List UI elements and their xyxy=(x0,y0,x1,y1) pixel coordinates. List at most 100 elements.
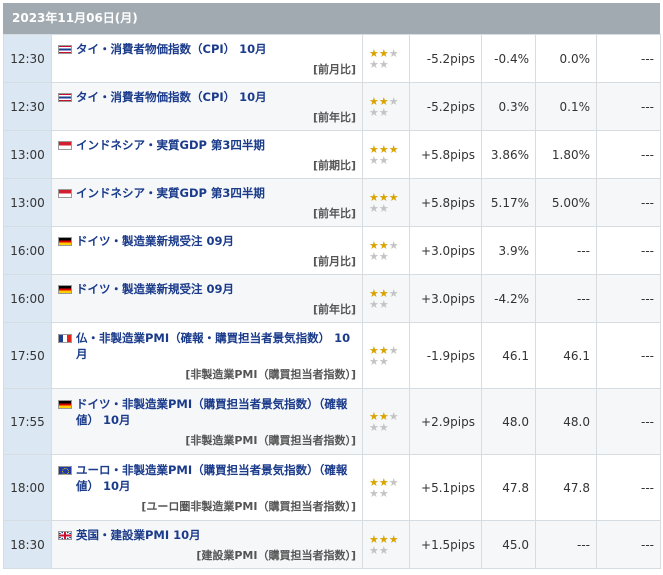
forecast-value: 0.1% xyxy=(535,82,597,131)
event-title-text[interactable]: 仏・非製造業PMI（確報・購買担当者景気指数） 10月 xyxy=(76,330,356,362)
importance-rating: ★★★ ★★ xyxy=(362,82,410,131)
event-title-text[interactable]: ドイツ・製造業新規受注 09月 xyxy=(76,233,234,249)
event-subtitle: [建設業PMI（購買担当者指数）] xyxy=(196,548,356,562)
france-flag-icon xyxy=(58,333,72,343)
previous-value: --- xyxy=(596,388,661,455)
indonesia-flag-icon xyxy=(58,140,72,150)
event-title-text[interactable]: ユーロ・非製造業PMI（購買担当者景気指数）（確報値） 10月 xyxy=(76,462,356,494)
star-empty-icon: ★ xyxy=(369,57,379,71)
event-subtitle: [非製造業PMI（購買担当者指数）] xyxy=(185,433,356,447)
event-title-text[interactable]: インドネシア・実質GDP 第3四半期 xyxy=(76,137,265,153)
germany-flag-icon xyxy=(58,399,72,409)
event-cell[interactable]: タイ・消費者物価指数（CPI） 10月 [前年比] xyxy=(51,82,363,131)
table-row[interactable]: 13:00 インドネシア・実質GDP 第3四半期 [前年比] ★★★ ★★ +5.8pip… xyxy=(3,178,661,227)
table-row[interactable]: 16:00 ドイツ・製造業新規受注 09月 [前年比] ★★★ ★★ +3.0pips -4… xyxy=(3,274,661,323)
star-empty-icon: ★ xyxy=(378,354,389,368)
star-empty-icon: ★ xyxy=(378,543,389,557)
event-title[interactable]: タイ・消費者物価指数（CPI） 10月 xyxy=(58,41,356,57)
event-title[interactable]: ドイツ・製造業新規受注 09月 xyxy=(58,281,356,297)
star-empty-icon: ★ xyxy=(378,249,389,263)
actual-value: -0.4% xyxy=(481,34,536,83)
event-title[interactable]: インドネシア・実質GDP 第3四半期 xyxy=(58,137,356,153)
table-row[interactable]: 17:55 ドイツ・非製造業PMI（購買担当者景気指数）（確報値） 10月 [非製造… xyxy=(3,388,661,455)
event-cell[interactable]: インドネシア・実質GDP 第3四半期 [前年比] xyxy=(51,178,363,227)
event-cell[interactable]: タイ・消費者物価指数（CPI） 10月 [前月比] xyxy=(51,34,363,83)
event-subtitle: [前月比] xyxy=(312,254,356,268)
event-title[interactable]: ユーロ・非製造業PMI（購買担当者景気指数）（確報値） 10月 xyxy=(58,462,356,494)
pips-value: +3.0pips xyxy=(409,226,482,275)
forecast-value: 48.0 xyxy=(535,388,597,455)
previous-value: --- xyxy=(596,226,661,275)
table-row[interactable]: 17:50 仏・非製造業PMI（確報・購買担当者景気指数） 10月 [非製造業PMI… xyxy=(3,322,661,389)
event-time: 17:50 xyxy=(3,322,52,389)
actual-value: 0.3% xyxy=(481,82,536,131)
previous-value: --- xyxy=(596,82,661,131)
star-empty-icon: ★ xyxy=(378,201,389,215)
table-row[interactable]: 18:30 英国・建設業PMI 10月 [建設業PMI（購買担当者指数）] ★★★ ★★… xyxy=(3,520,661,569)
star-empty-icon: ★ xyxy=(388,238,399,252)
event-title-text[interactable]: タイ・消費者物価指数（CPI） 10月 xyxy=(76,41,267,57)
table-row[interactable]: 12:30 タイ・消費者物価指数（CPI） 10月 [前年比] ★★★ ★★ -5.2pi… xyxy=(3,82,661,131)
forecast-value: --- xyxy=(535,274,597,323)
table-row[interactable]: 12:30 タイ・消費者物価指数（CPI） 10月 [前月比] ★★★ ★★ -5.2pi… xyxy=(3,34,661,83)
importance-rating: ★★★ ★★ xyxy=(362,520,410,569)
event-title-text[interactable]: インドネシア・実質GDP 第3四半期 xyxy=(76,185,265,201)
actual-value: 46.1 xyxy=(481,322,536,389)
star-empty-icon: ★ xyxy=(388,286,399,300)
importance-rating: ★★★ ★★ xyxy=(362,454,410,521)
thailand-flag-icon xyxy=(58,92,72,102)
event-cell[interactable]: 英国・建設業PMI 10月 [建設業PMI（購買担当者指数）] xyxy=(51,520,363,569)
table-row[interactable]: 13:00 インドネシア・実質GDP 第3四半期 [前期比] ★★★ ★★ +5.8pip… xyxy=(3,130,661,179)
event-title[interactable]: ドイツ・非製造業PMI（購買担当者景気指数）（確報値） 10月 xyxy=(58,396,356,428)
event-title[interactable]: 仏・非製造業PMI（確報・購買担当者景気指数） 10月 xyxy=(58,330,356,362)
event-cell[interactable]: インドネシア・実質GDP 第3四半期 [前期比] xyxy=(51,130,363,179)
event-time: 12:30 xyxy=(3,82,52,131)
event-subtitle: [前期比] xyxy=(312,158,356,172)
star-empty-icon: ★ xyxy=(369,486,379,500)
pips-value: -5.2pips xyxy=(409,34,482,83)
event-cell[interactable]: ドイツ・非製造業PMI（購買担当者景気指数）（確報値） 10月 [非製造業PMI（… xyxy=(51,388,363,455)
star-empty-icon: ★ xyxy=(369,105,379,119)
event-subtitle: [前年比] xyxy=(312,302,356,316)
actual-value: 47.8 xyxy=(481,454,536,521)
eu-flag-icon xyxy=(58,465,72,475)
event-title[interactable]: ドイツ・製造業新規受注 09月 xyxy=(58,233,356,249)
event-cell[interactable]: 仏・非製造業PMI（確報・購買担当者景気指数） 10月 [非製造業PMI（購買担当… xyxy=(51,322,363,389)
table-row[interactable]: 18:00 ユーロ・非製造業PMI（購買担当者景気指数）（確報値） 10月 [ユーロ… xyxy=(3,454,661,521)
star-empty-icon: ★ xyxy=(388,46,399,60)
event-table: 12:30 タイ・消費者物価指数（CPI） 10月 [前月比] ★★★ ★★ -5.2pi… xyxy=(3,34,661,569)
event-cell[interactable]: ドイツ・製造業新規受注 09月 [前年比] xyxy=(51,274,363,323)
pips-value: +5.1pips xyxy=(409,454,482,521)
germany-flag-icon xyxy=(58,236,72,246)
event-title-text[interactable]: 英国・建設業PMI 10月 xyxy=(76,527,201,543)
previous-value: --- xyxy=(596,322,661,389)
event-time: 13:00 xyxy=(3,130,52,179)
previous-value: --- xyxy=(596,178,661,227)
forecast-value: 47.8 xyxy=(535,454,597,521)
event-title[interactable]: タイ・消費者物価指数（CPI） 10月 xyxy=(58,89,356,105)
forecast-value: --- xyxy=(535,520,597,569)
event-title[interactable]: 英国・建設業PMI 10月 xyxy=(58,527,356,543)
event-time: 13:00 xyxy=(3,178,52,227)
event-title-text[interactable]: タイ・消費者物価指数（CPI） 10月 xyxy=(76,89,267,105)
event-cell[interactable]: ドイツ・製造業新規受注 09月 [前月比] xyxy=(51,226,363,275)
event-title-text[interactable]: ドイツ・非製造業PMI（購買担当者景気指数）（確報値） 10月 xyxy=(76,396,356,428)
star-empty-icon: ★ xyxy=(369,201,379,215)
event-cell[interactable]: ユーロ・非製造業PMI（購買担当者景気指数）（確報値） 10月 [ユーロ圏非製造業… xyxy=(51,454,363,521)
event-time: 18:00 xyxy=(3,454,52,521)
star-empty-icon: ★ xyxy=(388,409,399,423)
actual-value: 3.9% xyxy=(481,226,536,275)
date-header: 2023年11月06日(月) xyxy=(3,3,660,34)
previous-value: --- xyxy=(596,454,661,521)
forecast-value: 5.00% xyxy=(535,178,597,227)
event-time: 18:30 xyxy=(3,520,52,569)
actual-value: 3.86% xyxy=(481,130,536,179)
pips-value: +5.8pips xyxy=(409,178,482,227)
event-title-text[interactable]: ドイツ・製造業新規受注 09月 xyxy=(76,281,234,297)
table-row[interactable]: 16:00 ドイツ・製造業新規受注 09月 [前月比] ★★★ ★★ +3.0pips 3.… xyxy=(3,226,661,275)
previous-value: --- xyxy=(596,34,661,83)
event-title[interactable]: インドネシア・実質GDP 第3四半期 xyxy=(58,185,356,201)
uk-flag-icon xyxy=(58,530,72,540)
star-empty-icon: ★ xyxy=(369,420,379,434)
star-filled-icon: ★ xyxy=(388,532,399,546)
